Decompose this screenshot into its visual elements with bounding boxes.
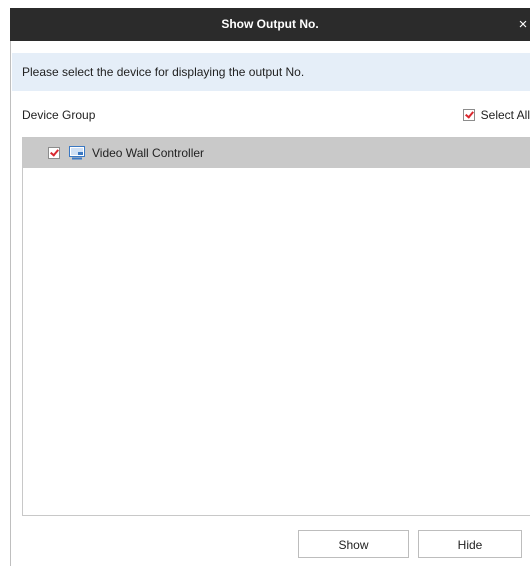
window-top-strip — [0, 0, 530, 8]
dialog-title: Show Output No. — [221, 17, 319, 31]
close-icon[interactable]: × — [516, 8, 530, 41]
select-all-label: Select All — [480, 108, 530, 122]
device-group-label: Device Group — [22, 108, 96, 122]
video-wall-controller-icon — [69, 146, 85, 160]
tree-item-check-icon[interactable] — [48, 147, 60, 159]
info-message: Please select the device for displaying … — [22, 65, 305, 79]
dialog-titlebar: Show Output No. × — [10, 8, 530, 41]
select-all-check-icon[interactable] — [462, 109, 475, 121]
tree-item-label: Video Wall Controller — [92, 146, 205, 160]
tree-item-video-wall-controller[interactable]: Video Wall Controller — [23, 138, 530, 168]
hide-button[interactable]: Hide — [418, 530, 522, 558]
show-button[interactable]: Show — [298, 530, 409, 558]
info-bar: Please select the device for displaying … — [12, 53, 530, 91]
device-tree-panel: Video Wall Controller — [22, 137, 530, 516]
select-all-checkbox[interactable]: Select All — [462, 107, 530, 123]
